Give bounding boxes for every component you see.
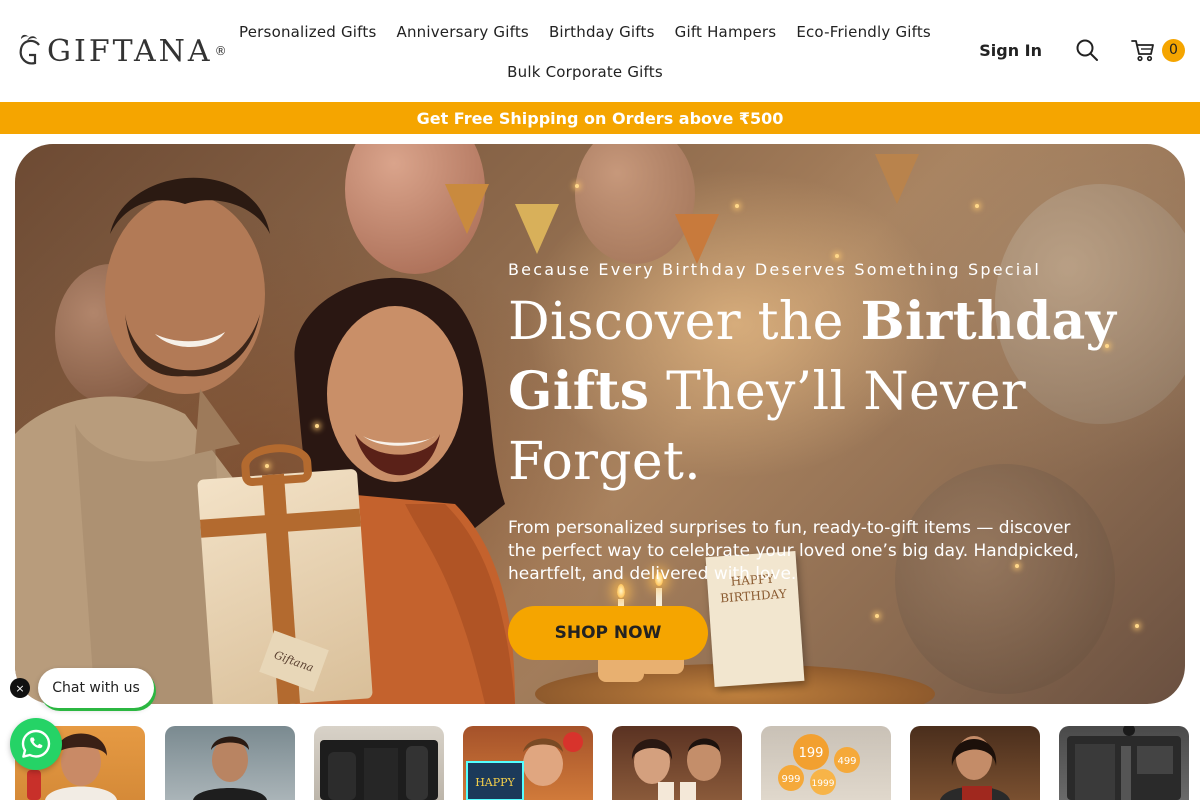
chat-with-us-button[interactable]: Chat with us (38, 668, 154, 708)
announcement-bar: Get Free Shipping on Orders above ₹500 (0, 102, 1200, 134)
price-balloon-label: 999 (781, 774, 800, 785)
sparkle (315, 424, 319, 428)
svg-text:HAPPY: HAPPY (475, 776, 515, 789)
price-balloon-label: 199 (799, 746, 824, 761)
category-tile[interactable] (612, 726, 742, 800)
category-strip: HAPPY 199 499 999 1999 (15, 726, 1200, 800)
bunting-flag (875, 154, 919, 204)
giftana-logo[interactable]: GIFTANA ® (15, 30, 227, 72)
nav-row-2: Bulk Corporate Gifts (235, 52, 935, 92)
sparkle (265, 464, 269, 468)
headline-bold: Gifts (508, 361, 650, 422)
man-in-city-image (193, 736, 267, 800)
sparkle (575, 184, 579, 188)
category-tile[interactable]: 199 499 999 1999 (761, 726, 891, 800)
sparkle (835, 254, 839, 258)
price-balloons-image: 199 499 999 1999 (778, 734, 860, 795)
cart-button[interactable]: 0 (1130, 37, 1185, 63)
header-actions: Sign In 0 (979, 30, 1185, 70)
headline-bold: Birthday (860, 291, 1117, 352)
category-tile[interactable]: HAPPY (463, 726, 593, 800)
nav-link-personalized-gifts[interactable]: Personalized Gifts (239, 23, 376, 41)
sparkle (975, 204, 979, 208)
child-with-happy-sign-image: HAPPY (466, 732, 583, 800)
hero-headline: Discover the Birthday Gifts They’ll Never… (508, 287, 1128, 497)
logo-registered-mark: ® (214, 44, 227, 58)
cart-count-badge: 0 (1162, 38, 1185, 62)
tech-kit-image (1067, 726, 1181, 800)
price-balloon-label: 499 (837, 756, 856, 767)
category-tile[interactable] (314, 726, 444, 800)
search-icon[interactable] (1074, 37, 1100, 63)
hero-banner: Giftana HAPPY BIRTHDAY Because Every Bir… (15, 144, 1185, 704)
category-tile[interactable] (910, 726, 1040, 800)
sign-in-link[interactable]: Sign In (979, 41, 1042, 60)
nav-link-anniversary-gifts[interactable]: Anniversary Gifts (396, 23, 528, 41)
nav-link-eco-friendly-gifts[interactable]: Eco-Friendly Gifts (796, 23, 931, 41)
category-tile[interactable] (1059, 726, 1189, 800)
hero-copy: Because Every Birthday Deserves Somethin… (508, 260, 1128, 660)
category-tile[interactable] (165, 726, 295, 800)
cart-icon (1131, 40, 1154, 62)
whatsapp-button[interactable] (10, 718, 62, 770)
black-gift-set-image (320, 740, 438, 800)
headline-text: Discover the (508, 292, 861, 352)
logo-text: GIFTANA (47, 33, 213, 69)
whatsapp-icon (21, 729, 51, 758)
main-navigation: Personalized Gifts Anniversary Gifts Bir… (235, 12, 935, 92)
nav-row-1: Personalized Gifts Anniversary Gifts Bir… (235, 12, 935, 52)
announcement-text: Get Free Shipping on Orders above ₹500 (416, 108, 784, 128)
shop-now-button[interactable]: SHOP NOW (508, 606, 708, 660)
hero-eyebrow: Because Every Birthday Deserves Somethin… (508, 260, 1042, 279)
sparkle (735, 204, 739, 208)
nav-link-bulk-corporate-gifts[interactable]: Bulk Corporate Gifts (507, 63, 663, 81)
logo-g-mark-icon (19, 34, 40, 65)
nav-link-gift-hampers[interactable]: Gift Hampers (675, 23, 777, 41)
sparkle (1135, 624, 1139, 628)
couple-with-mugs-image (631, 738, 721, 800)
site-header: GIFTANA ® Personalized Gifts Anniversary… (0, 0, 1200, 102)
price-balloon-label: 1999 (812, 779, 835, 789)
hero-description: From personalized surprises to fun, read… (508, 518, 1080, 584)
nav-link-birthday-gifts[interactable]: Birthday Gifts (549, 23, 655, 41)
woman-opening-gift-image (940, 736, 1010, 800)
chat-close-button[interactable]: × (10, 678, 30, 698)
bunting-flag (675, 214, 719, 264)
bunting-flag (445, 184, 489, 234)
